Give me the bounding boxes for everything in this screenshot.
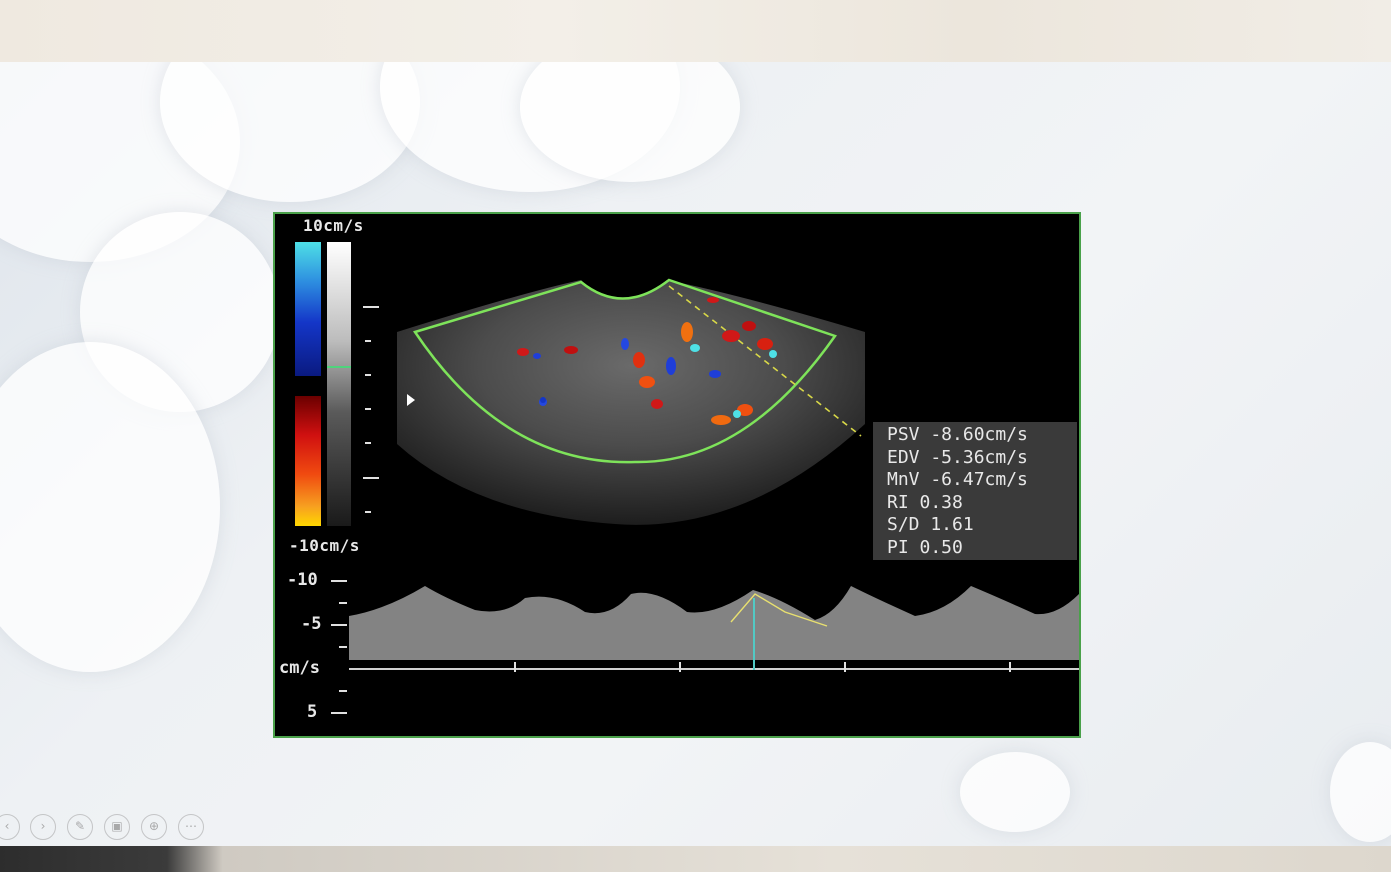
spectral-baseline [349, 668, 1079, 670]
next-slide-icon: › [40, 819, 46, 833]
decorative-petal [960, 752, 1070, 832]
next-slide-button[interactable]: › [30, 814, 56, 840]
zoom-icon: ⊕ [148, 819, 160, 833]
pen-tool-button[interactable]: ✎ [67, 814, 93, 840]
slides-overview-button[interactable]: ▣ [104, 814, 130, 840]
time-tick [844, 662, 846, 672]
time-tick [514, 662, 516, 672]
time-tick [1009, 662, 1011, 672]
time-tick [679, 662, 681, 672]
zoom-button[interactable]: ⊕ [141, 814, 167, 840]
doppler-ultrasound-image: 10cm/s -10cm/s PSV -8.60cm/s EDV -5.36cm… [273, 212, 1081, 738]
more-options-icon: ⋯ [185, 819, 197, 833]
waveform-envelope [349, 586, 1079, 660]
more-options-button[interactable]: ⋯ [178, 814, 204, 840]
pen-icon: ✎ [74, 819, 86, 833]
previous-slide-icon: ‹ [4, 819, 10, 833]
spectral-doppler-waveform [349, 586, 1079, 660]
decorative-petal [1330, 742, 1391, 842]
slides-overview-icon: ▣ [111, 819, 123, 833]
window-bottom-backdrop [0, 846, 1391, 872]
measurement-cursor [753, 598, 755, 670]
window-top-backdrop [0, 0, 1391, 62]
